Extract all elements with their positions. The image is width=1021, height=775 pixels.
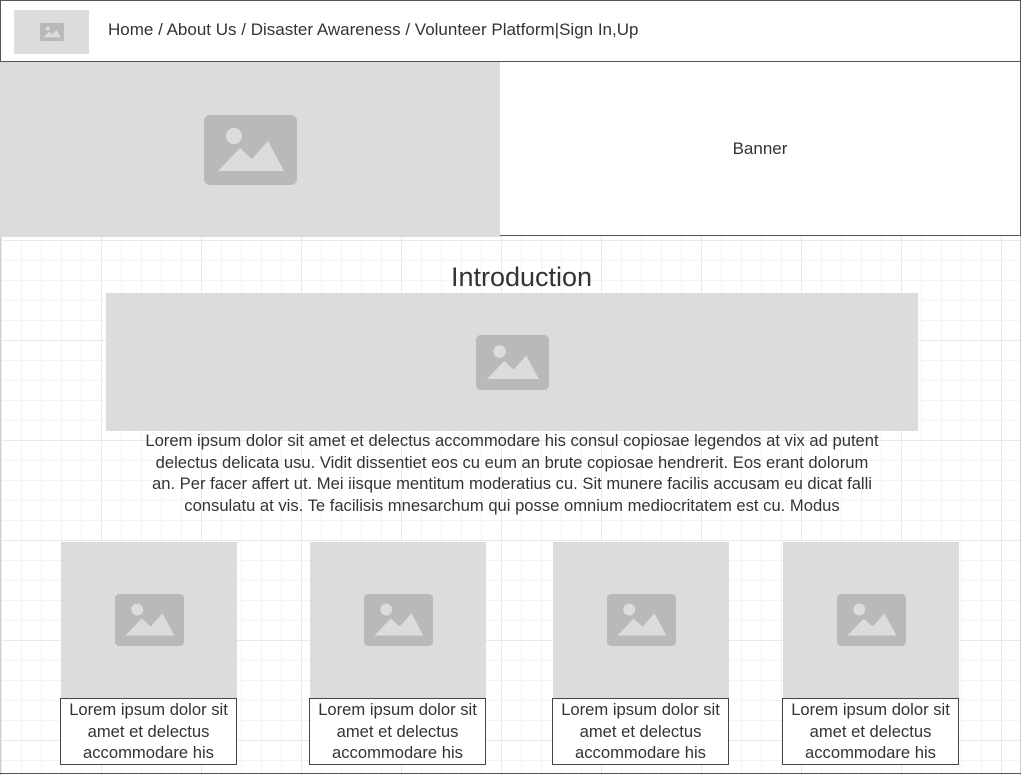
intro-image <box>106 293 918 431</box>
site-header: Home / About Us / Disaster Awareness / V… <box>0 0 1021 62</box>
page: Home / About Us / Disaster Awareness / V… <box>0 0 1021 775</box>
nav-home-link[interactable]: Home <box>108 20 153 39</box>
logo[interactable] <box>14 10 89 54</box>
image-placeholder-icon <box>836 594 906 646</box>
banner-label: Banner <box>732 138 788 158</box>
card-image[interactable] <box>310 542 486 698</box>
intro-heading: Introduction <box>450 262 593 292</box>
card-caption-line: Lorem ipsum dolor sit <box>69 700 228 719</box>
intro-line: Lorem ipsum dolor sit amet et delectus a… <box>145 431 879 450</box>
card-caption-line: Lorem ipsum dolor sit <box>318 700 477 719</box>
card-caption-line: amet et delectus <box>579 721 702 741</box>
bottom-border <box>0 773 1021 774</box>
nav-sign-in-up-link[interactable]: Sign In,Up <box>559 20 638 39</box>
card-caption: Lorem ipsum dolor sit amet et delectus a… <box>552 698 729 765</box>
image-placeholder-icon <box>606 594 676 646</box>
main-navigation: Home / About Us / Disaster Awareness / V… <box>108 20 638 40</box>
image-placeholder-icon <box>475 334 549 390</box>
card-caption: Lorem ipsum dolor sit amet et delectus a… <box>60 698 237 765</box>
intro-line: an. Per facer affert ut. Mei iisque ment… <box>152 474 872 493</box>
card-caption-line: Lorem ipsum dolor sit <box>791 700 950 719</box>
card-image[interactable] <box>553 542 729 698</box>
nav-separator: / <box>400 20 415 39</box>
image-placeholder-icon <box>39 23 64 41</box>
banner-box: Banner <box>500 62 1021 236</box>
card-caption-line: accommodare his <box>332 743 463 762</box>
banner-image <box>0 62 500 237</box>
card-caption: Lorem ipsum dolor sit amet et delectus a… <box>782 698 959 765</box>
card-caption-line: amet et delectus <box>336 721 459 741</box>
left-border <box>0 236 1 775</box>
nav-disaster-awareness-link[interactable]: Disaster Awareness <box>251 20 401 39</box>
card-caption: Lorem ipsum dolor sit amet et delectus a… <box>309 698 486 765</box>
card-caption-line: Lorem ipsum dolor sit <box>561 700 720 719</box>
nav-volunteer-platform-link[interactable]: Volunteer Platform <box>415 20 555 39</box>
card-caption-line: amet et delectus <box>809 721 932 741</box>
card-image[interactable] <box>61 542 237 698</box>
intro-paragraph: Lorem ipsum dolor sit amet et delectus a… <box>100 430 924 516</box>
card-caption-line: accommodare his <box>805 743 936 762</box>
card-caption-line: amet et delectus <box>87 721 210 741</box>
nav-separator: / <box>236 20 251 39</box>
nav-separator: / <box>153 20 167 39</box>
image-placeholder-icon <box>114 594 184 646</box>
image-placeholder-icon <box>203 114 297 185</box>
card-image[interactable] <box>783 542 959 698</box>
intro-line: consulatu at vis. Te facilisis mnesarchu… <box>184 495 840 515</box>
card-caption-line: accommodare his <box>575 743 706 762</box>
nav-about-link[interactable]: About Us <box>167 20 237 39</box>
image-placeholder-icon <box>363 594 433 646</box>
card-caption-line: accommodare his <box>83 743 214 762</box>
intro-line: delectus delicata usu. Vidit dissentiet … <box>155 452 869 472</box>
